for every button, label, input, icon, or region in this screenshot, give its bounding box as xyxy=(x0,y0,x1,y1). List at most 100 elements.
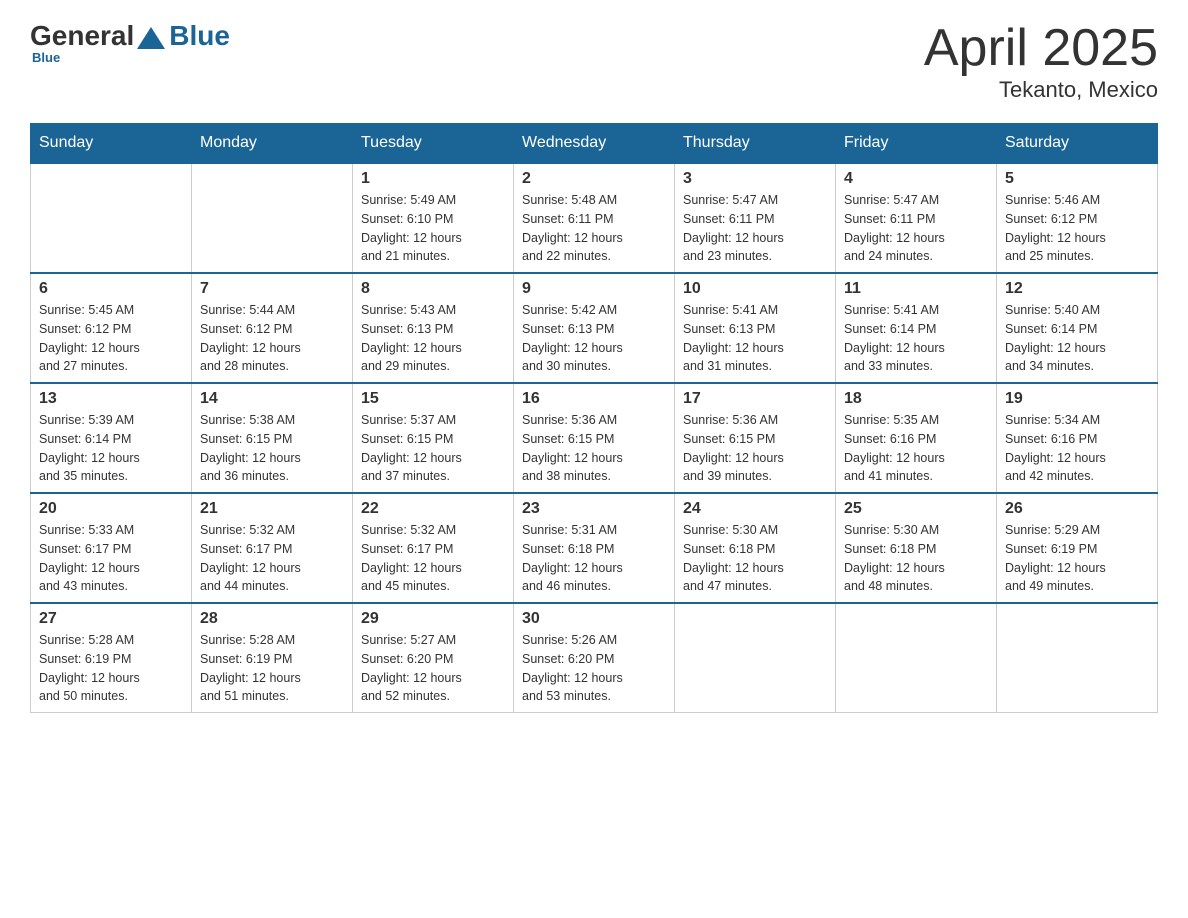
weekday-header-tuesday: Tuesday xyxy=(353,124,514,164)
calendar-week-3: 13 Sunrise: 5:39 AMSunset: 6:14 PMDayligh… xyxy=(31,383,1158,493)
weekday-header-saturday: Saturday xyxy=(997,124,1158,164)
calendar-cell: 8 Sunrise: 5:43 AMSunset: 6:13 PMDaylight… xyxy=(353,273,514,383)
calendar-cell: 19 Sunrise: 5:34 AMSunset: 6:16 PMDayligh… xyxy=(997,383,1158,493)
day-number: 17 xyxy=(683,390,827,408)
day-number: 23 xyxy=(522,500,666,518)
logo-subtitle: Blue xyxy=(32,50,60,65)
day-info: Sunrise: 5:41 AMSunset: 6:14 PMDaylight:… xyxy=(844,301,988,376)
day-number: 16 xyxy=(522,390,666,408)
calendar-cell: 28 Sunrise: 5:28 AMSunset: 6:19 PMDayligh… xyxy=(192,603,353,713)
day-info: Sunrise: 5:28 AMSunset: 6:19 PMDaylight:… xyxy=(200,631,344,706)
calendar-cell: 4 Sunrise: 5:47 AMSunset: 6:11 PMDaylight… xyxy=(836,163,997,273)
day-number: 22 xyxy=(361,500,505,518)
day-number: 2 xyxy=(522,170,666,188)
weekday-header-thursday: Thursday xyxy=(675,124,836,164)
calendar-cell: 20Sunrise: 5:33 AMSunset: 6:17 PMDayligh… xyxy=(31,493,192,603)
weekday-header-monday: Monday xyxy=(192,124,353,164)
day-info: Sunrise: 5:38 AMSunset: 6:15 PMDaylight:… xyxy=(200,411,344,486)
weekday-header-sunday: Sunday xyxy=(31,124,192,164)
day-number: 21 xyxy=(200,500,344,518)
day-number: 18 xyxy=(844,390,988,408)
calendar-cell: 13 Sunrise: 5:39 AMSunset: 6:14 PMDayligh… xyxy=(31,383,192,493)
day-info: Sunrise: 5:39 AMSunset: 6:14 PMDaylight:… xyxy=(39,411,183,486)
day-info: Sunrise: 5:27 AMSunset: 6:20 PMDaylight:… xyxy=(361,631,505,706)
day-info: Sunrise: 5:35 AMSunset: 6:16 PMDaylight:… xyxy=(844,411,988,486)
day-number: 24 xyxy=(683,500,827,518)
day-number: 28 xyxy=(200,610,344,628)
day-number: 30 xyxy=(522,610,666,628)
day-info: Sunrise: 5:33 AMSunset: 6:17 PMDaylight:… xyxy=(39,521,183,596)
logo-general-text: General xyxy=(30,20,134,52)
calendar-week-4: 20Sunrise: 5:33 AMSunset: 6:17 PMDayligh… xyxy=(31,493,1158,603)
day-info: Sunrise: 5:37 AMSunset: 6:15 PMDaylight:… xyxy=(361,411,505,486)
day-info: Sunrise: 5:44 AMSunset: 6:12 PMDaylight:… xyxy=(200,301,344,376)
day-info: Sunrise: 5:34 AMSunset: 6:16 PMDaylight:… xyxy=(1005,411,1149,486)
calendar-cell xyxy=(997,603,1158,713)
day-info: Sunrise: 5:43 AMSunset: 6:13 PMDaylight:… xyxy=(361,301,505,376)
day-number: 14 xyxy=(200,390,344,408)
calendar-cell: 30 Sunrise: 5:26 AMSunset: 6:20 PMDayligh… xyxy=(514,603,675,713)
calendar-cell: 10 Sunrise: 5:41 AMSunset: 6:13 PMDayligh… xyxy=(675,273,836,383)
day-info: Sunrise: 5:26 AMSunset: 6:20 PMDaylight:… xyxy=(522,631,666,706)
day-number: 8 xyxy=(361,280,505,298)
calendar-cell xyxy=(31,163,192,273)
title-area: April 2025 Tekanto, Mexico xyxy=(924,20,1158,103)
day-info: Sunrise: 5:49 AMSunset: 6:10 PMDaylight:… xyxy=(361,191,505,266)
calendar-cell: 17 Sunrise: 5:36 AMSunset: 6:15 PMDayligh… xyxy=(675,383,836,493)
calendar-cell: 21 Sunrise: 5:32 AMSunset: 6:17 PMDayligh… xyxy=(192,493,353,603)
day-number: 10 xyxy=(683,280,827,298)
logo: General Blue Blue xyxy=(30,20,230,65)
calendar-cell: 5 Sunrise: 5:46 AMSunset: 6:12 PMDaylight… xyxy=(997,163,1158,273)
calendar-cell xyxy=(836,603,997,713)
calendar-cell: 22Sunrise: 5:32 AMSunset: 6:17 PMDayligh… xyxy=(353,493,514,603)
day-info: Sunrise: 5:32 AMSunset: 6:17 PMDaylight:… xyxy=(200,521,344,596)
calendar-cell: 16 Sunrise: 5:36 AMSunset: 6:15 PMDayligh… xyxy=(514,383,675,493)
day-info: Sunrise: 5:30 AMSunset: 6:18 PMDaylight:… xyxy=(683,521,827,596)
calendar-cell: 12 Sunrise: 5:40 AMSunset: 6:14 PMDayligh… xyxy=(997,273,1158,383)
day-info: Sunrise: 5:40 AMSunset: 6:14 PMDaylight:… xyxy=(1005,301,1149,376)
calendar-cell: 2Sunrise: 5:48 AMSunset: 6:11 PMDaylight… xyxy=(514,163,675,273)
calendar-cell: 29Sunrise: 5:27 AMSunset: 6:20 PMDayligh… xyxy=(353,603,514,713)
day-number: 26 xyxy=(1005,500,1149,518)
calendar-cell: 25Sunrise: 5:30 AMSunset: 6:18 PMDayligh… xyxy=(836,493,997,603)
day-info: Sunrise: 5:31 AMSunset: 6:18 PMDaylight:… xyxy=(522,521,666,596)
calendar-cell: 15Sunrise: 5:37 AMSunset: 6:15 PMDayligh… xyxy=(353,383,514,493)
calendar-cell: 11 Sunrise: 5:41 AMSunset: 6:14 PMDayligh… xyxy=(836,273,997,383)
calendar-cell: 14 Sunrise: 5:38 AMSunset: 6:15 PMDayligh… xyxy=(192,383,353,493)
calendar-week-5: 27 Sunrise: 5:28 AMSunset: 6:19 PMDayligh… xyxy=(31,603,1158,713)
day-number: 12 xyxy=(1005,280,1149,298)
calendar-cell: 1Sunrise: 5:49 AMSunset: 6:10 PMDaylight… xyxy=(353,163,514,273)
day-number: 25 xyxy=(844,500,988,518)
calendar-cell: 27 Sunrise: 5:28 AMSunset: 6:19 PMDayligh… xyxy=(31,603,192,713)
calendar-cell: 23 Sunrise: 5:31 AMSunset: 6:18 PMDayligh… xyxy=(514,493,675,603)
weekday-header-row: SundayMondayTuesdayWednesdayThursdayFrid… xyxy=(31,124,1158,164)
logo-triangle-icon xyxy=(137,27,165,49)
calendar-week-1: 1Sunrise: 5:49 AMSunset: 6:10 PMDaylight… xyxy=(31,163,1158,273)
day-number: 5 xyxy=(1005,170,1149,188)
day-info: Sunrise: 5:41 AMSunset: 6:13 PMDaylight:… xyxy=(683,301,827,376)
calendar-cell xyxy=(675,603,836,713)
day-number: 4 xyxy=(844,170,988,188)
calendar-cell: 6Sunrise: 5:45 AMSunset: 6:12 PMDaylight… xyxy=(31,273,192,383)
logo-blue-text: Blue xyxy=(169,20,230,52)
calendar-cell: 3Sunrise: 5:47 AMSunset: 6:11 PMDaylight… xyxy=(675,163,836,273)
calendar-week-2: 6Sunrise: 5:45 AMSunset: 6:12 PMDaylight… xyxy=(31,273,1158,383)
day-info: Sunrise: 5:29 AMSunset: 6:19 PMDaylight:… xyxy=(1005,521,1149,596)
weekday-header-wednesday: Wednesday xyxy=(514,124,675,164)
calendar-cell: 24 Sunrise: 5:30 AMSunset: 6:18 PMDayligh… xyxy=(675,493,836,603)
day-number: 27 xyxy=(39,610,183,628)
day-info: Sunrise: 5:28 AMSunset: 6:19 PMDaylight:… xyxy=(39,631,183,706)
day-info: Sunrise: 5:36 AMSunset: 6:15 PMDaylight:… xyxy=(683,411,827,486)
day-info: Sunrise: 5:36 AMSunset: 6:15 PMDaylight:… xyxy=(522,411,666,486)
day-info: Sunrise: 5:47 AMSunset: 6:11 PMDaylight:… xyxy=(683,191,827,266)
day-info: Sunrise: 5:47 AMSunset: 6:11 PMDaylight:… xyxy=(844,191,988,266)
day-number: 13 xyxy=(39,390,183,408)
day-info: Sunrise: 5:46 AMSunset: 6:12 PMDaylight:… xyxy=(1005,191,1149,266)
calendar-header: SundayMondayTuesdayWednesdayThursdayFrid… xyxy=(31,124,1158,164)
calendar-title: April 2025 xyxy=(924,20,1158,77)
day-number: 19 xyxy=(1005,390,1149,408)
calendar-table: SundayMondayTuesdayWednesdayThursdayFrid… xyxy=(30,123,1158,713)
day-number: 11 xyxy=(844,280,988,298)
day-number: 7 xyxy=(200,280,344,298)
day-number: 9 xyxy=(522,280,666,298)
